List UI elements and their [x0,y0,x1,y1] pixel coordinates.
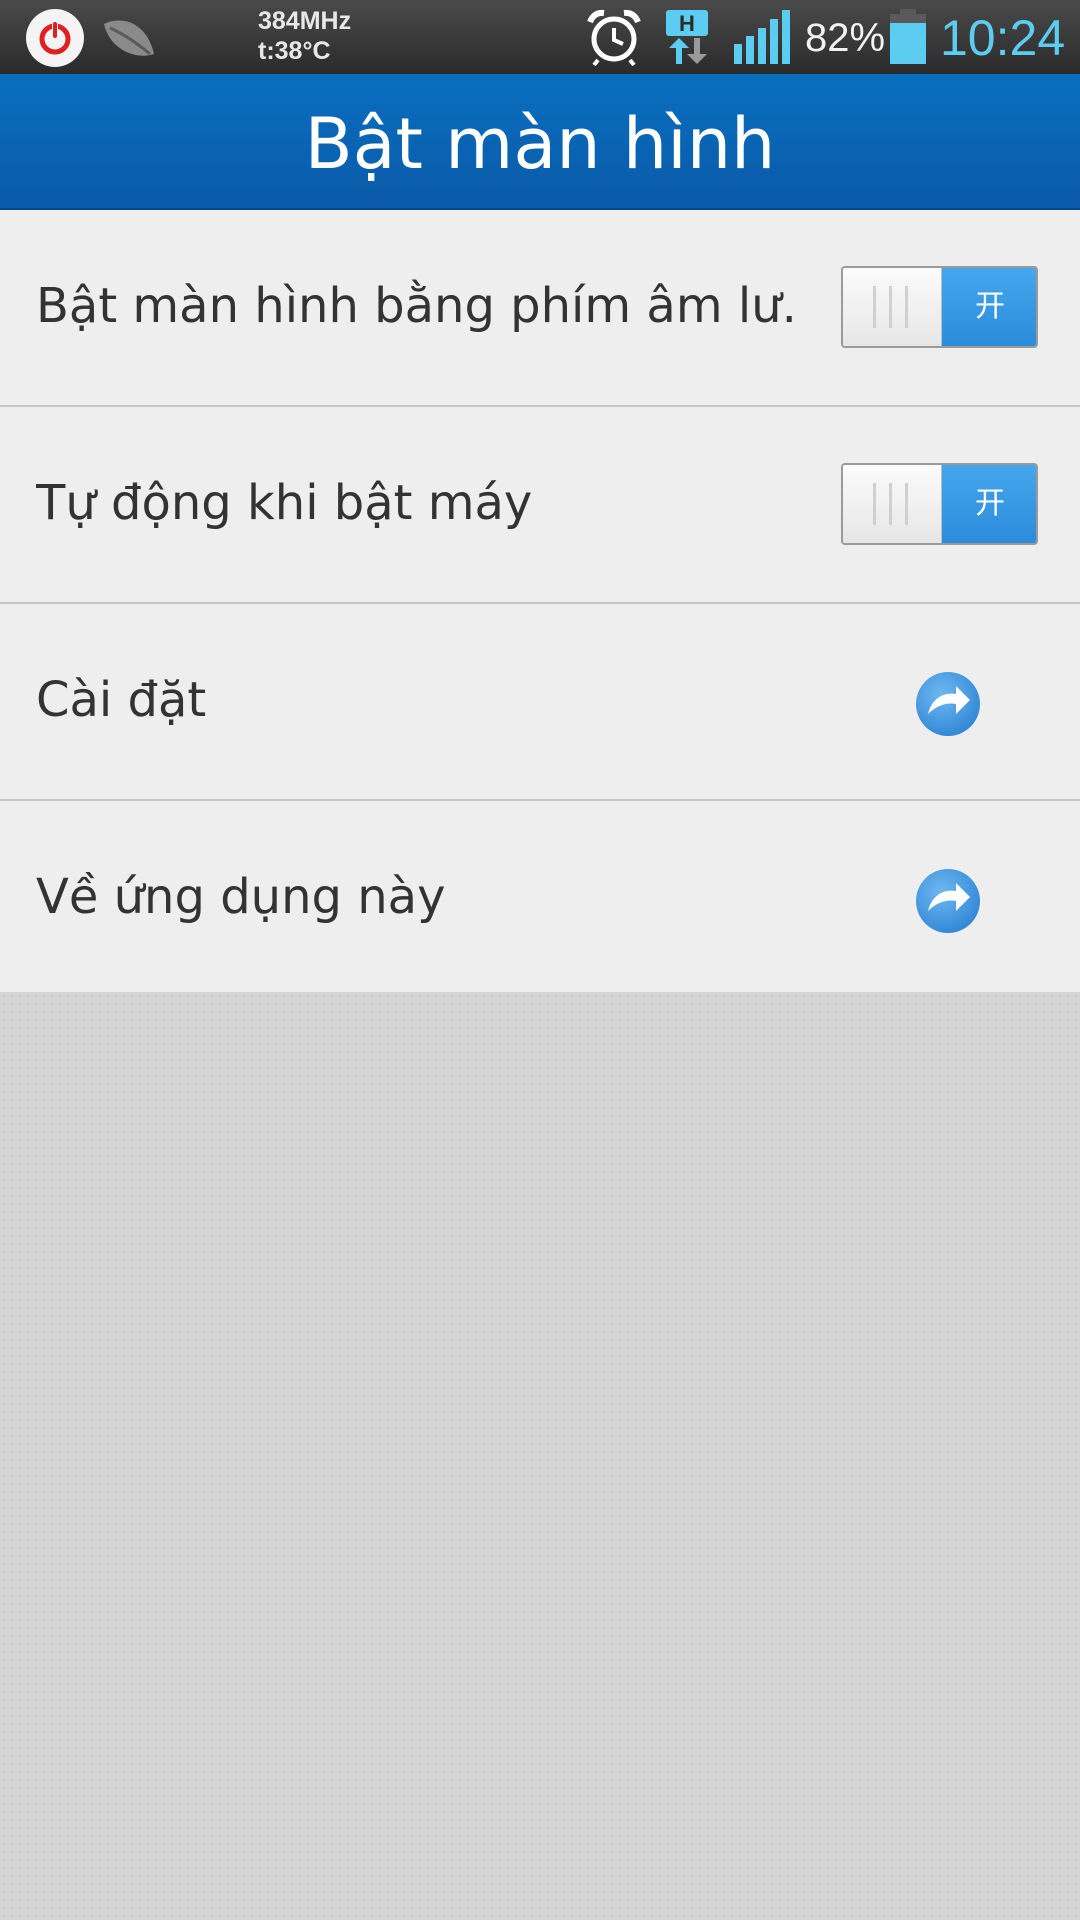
data-transfer-icon: H [664,8,712,70]
setting-label: Cài đặt [36,672,207,728]
toggle-thumb[interactable] [843,465,942,543]
signal-icon [732,8,792,70]
battery-percent: 82% [805,16,886,60]
settings-list: Bật màn hình bằng phím âm lư... 开 Tự độn… [0,210,1080,998]
volume-key-wake-toggle[interactable]: 开 [841,266,1038,348]
setting-volume-key-wake[interactable]: Bật màn hình bằng phím âm lư... 开 [0,210,1080,407]
forward-arrow-icon[interactable] [914,670,982,738]
setting-auto-on-boot[interactable]: Tự động khi bật máy 开 [0,407,1080,604]
alarm-clock-icon [584,8,644,70]
background-texture [0,992,1080,1920]
system-info: 384MHz t:38°C [258,6,351,66]
auto-on-boot-toggle[interactable]: 开 [841,463,1038,545]
page-title: Bật màn hình [304,103,776,185]
battery-icon [888,8,928,70]
grip-line [873,286,876,328]
setting-label: Về ứng dụng này [36,869,446,925]
grip-line [905,483,908,525]
setting-label: Bật màn hình bằng phím âm lư... [36,278,796,334]
power-icon[interactable] [26,9,84,67]
cpu-frequency: 384MHz [258,7,352,35]
network-type-label: H [679,11,695,36]
setting-about-app[interactable]: Về ứng dụng này [0,801,1080,998]
leaf-icon [100,16,158,66]
setting-label: Tự động khi bật máy [36,475,533,531]
grip-line [889,286,892,328]
toggle-thumb[interactable] [843,268,942,346]
toggle-on-label: 开 [942,268,1036,346]
battery-fill [890,23,926,64]
forward-arrow-icon[interactable] [914,867,982,935]
clock: 10:24 [940,10,1066,66]
grip-line [873,483,876,525]
title-bar: Bật màn hình [0,74,1080,210]
status-bar: 384MHz t:38°C H 82% 10:24 [0,0,1080,74]
grip-line [889,483,892,525]
grip-line [905,286,908,328]
setting-settings[interactable]: Cài đặt [0,604,1080,801]
toggle-on-label: 开 [942,465,1036,543]
temperature: t:38°C [258,37,331,65]
